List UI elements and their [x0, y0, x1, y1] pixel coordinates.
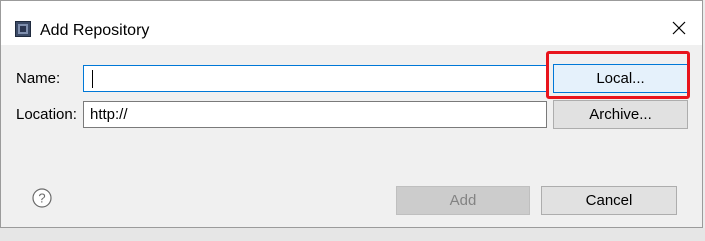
text-caret — [92, 70, 93, 88]
title-bar: Add Repository — [1, 1, 702, 45]
window-title: Add Repository — [40, 22, 150, 39]
close-icon — [672, 21, 686, 40]
name-label: Name: — [16, 70, 61, 87]
help-icon[interactable]: ? — [32, 188, 52, 208]
name-field[interactable] — [83, 65, 547, 92]
close-button[interactable] — [662, 15, 696, 45]
location-label: Location: — [16, 106, 77, 123]
repository-app-icon — [15, 21, 31, 37]
local-button[interactable]: Local... — [553, 64, 688, 93]
add-repository-dialog: Add Repository Name: Local... Location: … — [0, 0, 703, 228]
add-button[interactable]: Add — [396, 186, 530, 215]
location-field[interactable]: http:// — [83, 101, 547, 128]
cancel-button[interactable]: Cancel — [541, 186, 677, 215]
archive-button[interactable]: Archive... — [553, 100, 688, 129]
background-strip — [0, 228, 705, 241]
svg-text:?: ? — [38, 191, 45, 206]
